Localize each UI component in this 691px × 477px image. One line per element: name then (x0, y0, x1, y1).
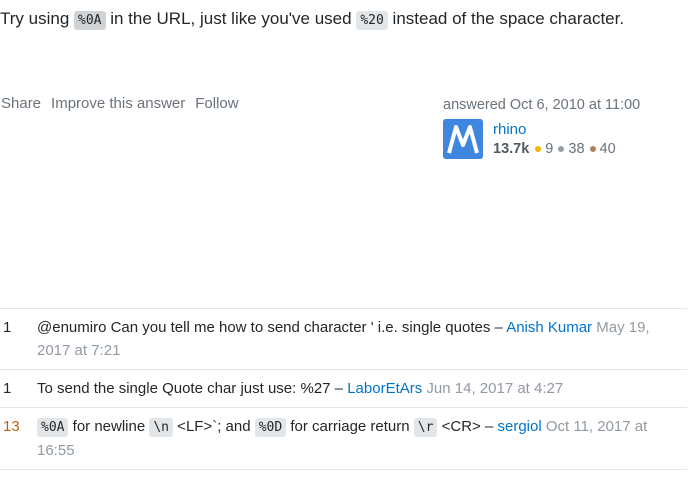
comment-text: To send the single Quote char just use: … (37, 380, 331, 397)
answered-timestamp: answered Oct 6, 2010 at 11:00 (443, 97, 641, 113)
comment-user-link[interactable]: sergiol (497, 418, 541, 435)
comment-dash: – (330, 380, 348, 397)
comment-text: <LF>`; and (173, 418, 255, 435)
comment-user-link[interactable]: LaborEtArs (347, 380, 422, 397)
comment-dash: – (480, 418, 498, 435)
user-row: rhino 13.7k 9 38 40 (443, 119, 673, 159)
user-details: rhino 13.7k 9 38 40 (493, 119, 621, 159)
comment-text: <CR> (437, 418, 481, 435)
inline-code: \n (149, 418, 174, 437)
comment-text: for newline (68, 418, 150, 435)
silver-badge-icon (558, 146, 565, 152)
comment: 1 @enumiro Can you tell me how to send c… (0, 309, 687, 370)
comment-score: 1 (3, 319, 12, 336)
user-name-link[interactable]: rhino (493, 120, 621, 139)
comment-text: @enumiro Can you tell me how to send cha… (37, 319, 491, 336)
bronze-badge: 40 (589, 141, 616, 157)
comment-body: %0A for newline \n <LF>`; and %0D for ca… (37, 415, 677, 462)
post-menu: Share Improve this answer Follow (1, 95, 239, 112)
improve-answer-link[interactable]: Improve this answer (51, 95, 185, 112)
comment-text: for carriage return (286, 418, 414, 435)
comment: 1 To send the single Quote char just use… (0, 370, 687, 408)
gold-badge: 9 (535, 141, 553, 157)
silver-badge-count: 38 (568, 141, 585, 157)
comment-score: 13 (3, 418, 20, 435)
answer-body: Try using %0A in the URL, just like you'… (0, 4, 660, 35)
reputation-score: 13.7k (493, 141, 530, 157)
inline-code: %0D (254, 418, 287, 437)
comments-list: 1 @enumiro Can you tell me how to send c… (0, 308, 687, 470)
silver-badge: 38 (558, 141, 585, 157)
comment-user-link[interactable]: Anish Kumar (506, 319, 592, 336)
comment-score: 1 (3, 380, 12, 397)
bronze-badge-icon (589, 146, 596, 152)
avatar[interactable] (443, 119, 483, 159)
inline-code: %0A (74, 11, 106, 30)
comment-body: @enumiro Can you tell me how to send cha… (37, 316, 677, 362)
bronze-badge-count: 40 (599, 141, 616, 157)
avatar-logo-icon (443, 119, 483, 159)
answer-text: in the URL, just like you've used (105, 9, 357, 28)
answer-text: instead of the space character. (387, 9, 625, 28)
inline-code: %20 (356, 11, 388, 30)
inline-code: %0A (37, 418, 69, 437)
gold-badge-count: 9 (545, 141, 554, 157)
comment: 13 %0A for newline \n <LF>`; and %0D for… (0, 408, 687, 470)
gold-badge-icon (535, 146, 542, 152)
comment-date[interactable]: Jun 14, 2017 at 4:27 (426, 380, 563, 397)
reputation-row: 13.7k 9 38 40 (493, 141, 621, 157)
answer-text: Try using (0, 9, 75, 28)
comment-dash: – (490, 319, 507, 336)
user-card: answered Oct 6, 2010 at 11:00 rhino 13.7… (443, 97, 673, 159)
follow-link[interactable]: Follow (195, 95, 238, 112)
share-link[interactable]: Share (1, 95, 41, 112)
inline-code: \r (413, 418, 438, 437)
comment-body: To send the single Quote char just use: … (37, 377, 677, 400)
